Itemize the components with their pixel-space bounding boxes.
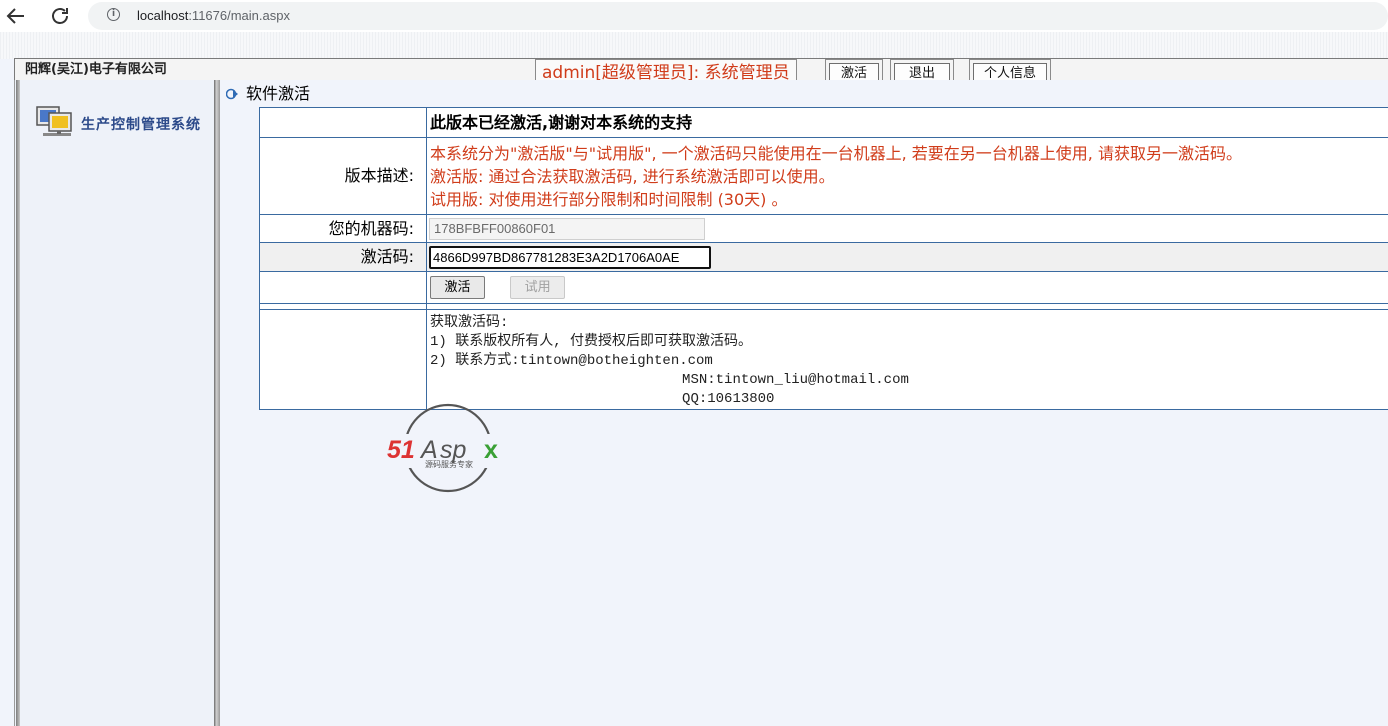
- desc-line: 激活版: 通过合法获取激活码, 进行系统激活即可以使用。: [430, 166, 835, 186]
- desc-line: 本系统分为"激活版"与"试用版", 一个激活码只能使用在一台机器上, 若要在另一…: [430, 143, 1242, 163]
- app-header: 阳辉(吴江)电子有限公司 admin[超级管理员]: 系统管理员 激活 退出 个…: [14, 58, 1388, 83]
- machine-code-label: 您的机器码:: [259, 214, 427, 243]
- activation-code-label: 激活码:: [259, 242, 427, 272]
- browser-toolbar: i localhost:11676/main.aspx: [0, 0, 1388, 33]
- company-name: 阳辉(吴江)电子有限公司: [25, 62, 167, 77]
- desc-line: 试用版: 对使用进行部分限制和时间限制 (30天) 。: [430, 189, 788, 209]
- header-profile-button[interactable]: 个人信息: [969, 59, 1051, 83]
- activate-button[interactable]: 激活: [430, 276, 485, 299]
- watermark-tagline: 源码服务专家: [425, 459, 473, 469]
- system-title: 生产控制管理系统: [81, 117, 201, 133]
- top-banner: [0, 32, 1388, 59]
- 51aspx-watermark-logo: 51 A sp x 源码服务专家: [385, 403, 513, 493]
- activation-status-title: 此版本已经激活,谢谢对本系统的支持: [430, 112, 693, 132]
- address-bar[interactable]: i localhost:11676/main.aspx: [88, 2, 1388, 30]
- header-activate-button[interactable]: 激活: [825, 59, 883, 83]
- header-logout-button[interactable]: 退出: [890, 59, 954, 83]
- back-arrow-icon[interactable]: [4, 4, 28, 28]
- computer-monitor-icon: [36, 106, 72, 136]
- svg-text:51: 51: [387, 436, 415, 464]
- version-desc: 本系统分为"激活版"与"试用版", 一个激活码只能使用在一台机器上, 若要在另一…: [426, 137, 1388, 215]
- reload-icon[interactable]: [48, 4, 72, 28]
- trial-button[interactable]: 试用: [510, 276, 566, 299]
- activation-form: 此版本已经激活,谢谢对本系统的支持 版本描述: 本系统分为"激活版"与"试用版"…: [259, 107, 1388, 410]
- activation-code-field[interactable]: 4866D997BD867781283E3A2D1706A0AE: [429, 245, 711, 269]
- contact-info: 获取激活码: 1) 联系版权所有人, 付费授权后即可获取激活码。 2) 联系方式…: [430, 315, 909, 407]
- url-text: localhost:11676/main.aspx: [137, 8, 290, 23]
- version-desc-label: 版本描述:: [259, 137, 427, 215]
- machine-code-field[interactable]: [429, 217, 705, 240]
- page-title: 软件激活: [246, 84, 311, 103]
- svg-text:x: x: [484, 436, 498, 464]
- sidebar: 生产控制管理系统: [14, 80, 215, 726]
- current-user-info: admin[超级管理员]: 系统管理员: [535, 59, 797, 82]
- site-info-icon[interactable]: i: [107, 8, 120, 21]
- arrow-right-icon: [226, 88, 238, 100]
